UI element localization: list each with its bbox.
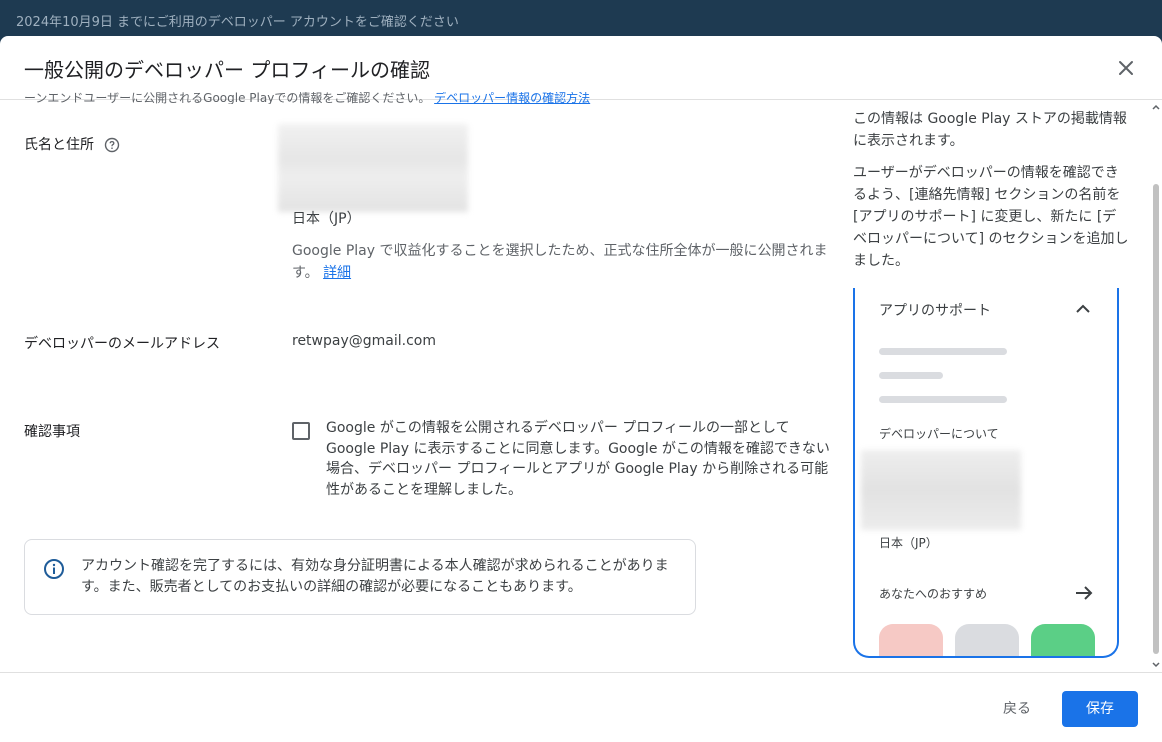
info-icon <box>44 559 64 579</box>
verification-banner: 2024年10月9日 までにご利用のデベロッパー アカウントをご確認ください <box>0 0 1162 40</box>
placeholder-line <box>879 372 943 379</box>
preview-intro-1: この情報は Google Play ストアの掲載情報に表示されます。 <box>853 111 1127 149</box>
save-button[interactable]: 保存 <box>1062 691 1138 727</box>
email-value: retwpay@gmail.com <box>292 333 436 349</box>
preview-section-title: アプリのサポート <box>879 303 991 319</box>
phone-preview: アプリのサポート デベロッパーについて 日本（JP） あなたへのおすすめ <box>853 288 1119 658</box>
monetization-note: Google Play で収益化することを選択したため、正式な住所全体が一般に公… <box>292 240 832 284</box>
app-tile[interactable] <box>1031 624 1095 656</box>
app-tile[interactable] <box>955 624 1019 656</box>
details-link[interactable]: 詳細 <box>323 265 351 281</box>
email-label: デベロッパーのメールアドレス <box>24 336 220 352</box>
close-button[interactable] <box>1112 54 1140 82</box>
scroll-up-icon[interactable] <box>1150 102 1162 112</box>
help-circle-icon[interactable] <box>104 137 120 153</box>
name-address-label: 氏名と住所 <box>24 134 120 154</box>
back-button[interactable]: 戻る <box>988 691 1046 727</box>
consent-checkbox[interactable] <box>292 422 310 440</box>
dialog-footer: 戻る 保存 <box>0 672 1162 742</box>
store-preview-panel: この情報は Google Play ストアの掲載情報に表示されます。 ユーザーが… <box>840 100 1150 672</box>
app-tile[interactable] <box>879 624 943 656</box>
info-text: アカウント確認を完了するには、有効な身分証明書による本人確認が求められることがあ… <box>81 558 669 595</box>
preview-country: 日本（JP） <box>879 536 938 550</box>
preview-intro-2: ユーザーがデベロッパーの情報を確認できるよう、[連絡先情報] セクションの名前を… <box>853 165 1129 269</box>
redacted-developer-info <box>861 450 1021 530</box>
consent-text: Google がこの情報を公開されるデベロッパー プロフィールの一部として Go… <box>326 420 830 498</box>
monetization-note-text: Google Play で収益化することを選択したため、正式な住所全体が一般に公… <box>292 243 828 281</box>
scrollbar-thumb[interactable] <box>1153 184 1159 654</box>
preview-recommend-label: あなたへのおすすめ <box>879 587 988 601</box>
chevron-up-icon[interactable] <box>1075 304 1091 314</box>
redacted-name-address <box>278 124 468 212</box>
placeholder-line <box>879 348 1007 355</box>
banner-text: 2024年10月9日 までにご利用のデベロッパー アカウントをご確認ください <box>16 15 459 30</box>
placeholder-line <box>879 396 1007 403</box>
form-area: 氏名と住所 日本（JP） Google Play で収益化することを選択したため… <box>0 100 840 672</box>
scroll-down-icon[interactable] <box>1150 660 1162 670</box>
name-address-label-text: 氏名と住所 <box>24 137 94 153</box>
dialog-title: 一般公開のデベロッパー プロフィールの確認 <box>24 58 430 82</box>
profile-dialog: 一般公開のデベロッパー プロフィールの確認 ーンエンドユーザーに公開されるGoo… <box>0 36 1162 742</box>
scrollbar[interactable] <box>1150 100 1162 672</box>
country-value: 日本（JP） <box>292 211 361 227</box>
info-notice: アカウント確認を完了するには、有効な身分証明書による本人確認が求められることがあ… <box>24 539 696 615</box>
confirm-label: 確認事項 <box>24 424 80 440</box>
arrow-right-icon[interactable] <box>1075 585 1093 601</box>
preview-about-label: デベロッパーについて <box>879 427 999 441</box>
close-icon <box>1119 61 1133 75</box>
dialog-header: 一般公開のデベロッパー プロフィールの確認 <box>0 36 1162 100</box>
